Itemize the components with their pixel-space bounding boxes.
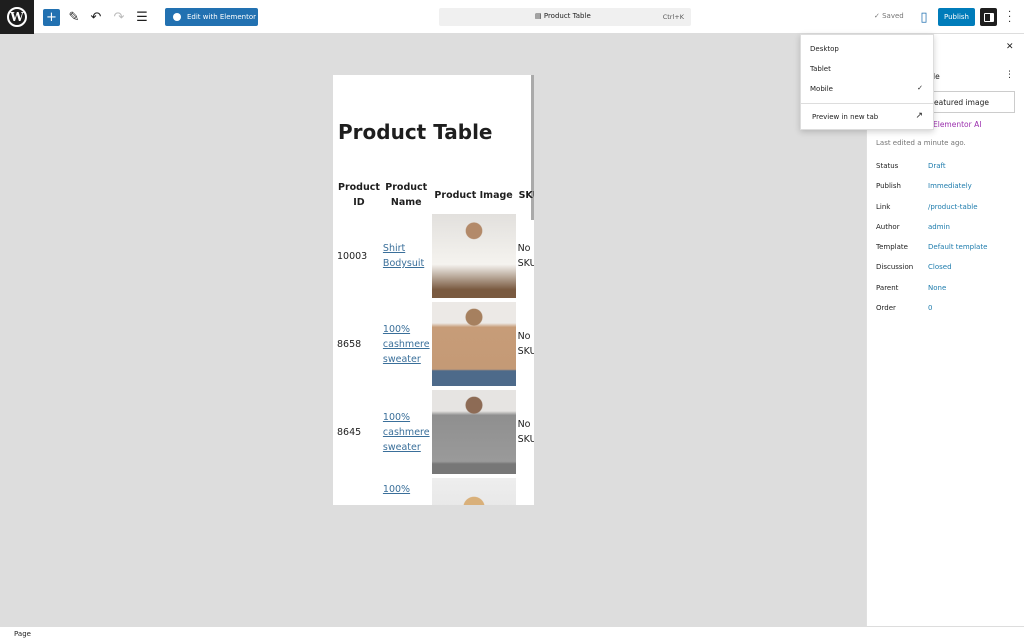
elementor-ai-link[interactable]: Elementor AI [933, 120, 981, 129]
sidebar-icon [983, 12, 994, 22]
wordpress-logo-button[interactable]: W [0, 0, 34, 34]
publish-value[interactable]: Immediately [928, 182, 972, 190]
wordpress-icon: W [7, 7, 27, 27]
header-sku: SKU [518, 189, 534, 201]
parent-value[interactable]: None [928, 284, 946, 292]
post-options-icon[interactable]: ⋮ [1005, 70, 1014, 80]
document-title: ▤ Product Table [535, 12, 591, 20]
product-link[interactable]: 100% [383, 484, 410, 495]
redo-icon[interactable]: ↷ [112, 9, 126, 26]
document-overview-icon[interactable]: ☰ [135, 9, 149, 26]
post-title-fragment: le [933, 72, 940, 81]
table-row: 8658 100% cashmere sweater No SKU [336, 300, 534, 388]
menu-item-desktop[interactable]: Desktop [810, 45, 839, 53]
page-title[interactable]: Product Table [338, 120, 493, 144]
preview-dropdown-menu: Desktop Tablet Mobile ✓ Preview in new t… [800, 34, 934, 130]
product-sku: No SKU [517, 243, 534, 269]
product-id: 8658 [337, 338, 362, 350]
table-row: 10003 Shirt Bodysuit No SKU [336, 212, 534, 300]
product-sku: No SKU [517, 331, 534, 357]
product-image [431, 390, 516, 474]
template-value[interactable]: Default template [928, 243, 987, 251]
link-value[interactable]: /product-table [928, 203, 978, 211]
menu-item-mobile[interactable]: Mobile [810, 85, 833, 93]
close-icon[interactable]: ✕ [1006, 42, 1014, 52]
menu-item-tablet[interactable]: Tablet [810, 65, 831, 73]
product-image [431, 478, 516, 505]
shortcut-hint: Ctrl+K [662, 13, 684, 21]
settings-sidebar-toggle[interactable] [980, 8, 997, 26]
product-image [431, 302, 516, 386]
order-value[interactable]: 0 [928, 304, 932, 312]
more-options-icon[interactable]: · · · [1008, 8, 1011, 28]
check-icon: ✓ [917, 84, 923, 92]
undo-icon[interactable]: ↶ [89, 9, 103, 26]
add-block-button[interactable]: + [43, 9, 60, 26]
elementor-icon [173, 13, 181, 21]
table-row: 8645 100% cashmere sweater No SKU [336, 388, 534, 476]
editor-toolbar: W + ✎ ↶ ↷ ☰ Edit with Elementor ▤ Produc… [0, 0, 1024, 34]
product-table: Product ID Product Name Product Image SK… [336, 178, 534, 505]
edit-with-elementor-button[interactable]: Edit with Elementor [165, 8, 258, 26]
product-sku [517, 476, 534, 505]
panel-row-template: Template Default template [876, 243, 988, 251]
panel-row-parent: Parent None [876, 284, 947, 292]
status-value[interactable]: Draft [928, 162, 946, 170]
product-link[interactable]: 100% cashmere sweater [383, 324, 430, 365]
author-value[interactable]: admin [928, 223, 950, 231]
panel-row-author: Author admin [876, 223, 950, 231]
menu-divider [801, 103, 933, 104]
panel-row-order: Order 0 [876, 304, 933, 312]
table-row: 100% [336, 476, 534, 505]
header-product-id: Product ID [338, 182, 380, 208]
product-sku: No SKU [517, 419, 534, 445]
product-id: 10003 [337, 250, 368, 262]
mobile-preview-icon[interactable]: ▯ [918, 9, 930, 26]
external-link-icon: ↗ [915, 111, 923, 121]
discussion-value[interactable]: Closed [928, 263, 952, 271]
edit-pencil-icon[interactable]: ✎ [67, 9, 81, 26]
product-link[interactable]: Shirt Bodysuit [383, 243, 424, 269]
editor-canvas: Product Table Product ID Product Name Pr… [333, 75, 534, 505]
header-product-image: Product Image [434, 189, 513, 201]
product-image [431, 214, 516, 298]
panel-row-link: Link/product-table [876, 203, 978, 211]
product-link[interactable]: 100% cashmere sweater [383, 412, 430, 453]
menu-item-preview-new-tab[interactable]: Preview in new tab [812, 113, 878, 121]
product-id [336, 476, 382, 505]
publish-button[interactable]: Publish [938, 8, 975, 26]
last-edited: Last edited a minute ago. [876, 139, 966, 147]
panel-row-publish: Publish Immediately [876, 182, 972, 190]
panel-row-status: Status Draft [876, 162, 946, 170]
saved-status: ✓ Saved [874, 12, 904, 20]
block-breadcrumb[interactable]: Page [0, 626, 1024, 640]
product-id: 8645 [337, 426, 362, 438]
command-palette-button[interactable]: ▤ Product Table Ctrl+K [439, 8, 691, 26]
header-product-name: Product Name [385, 182, 428, 208]
panel-row-discussion: Discussion Closed [876, 263, 952, 271]
